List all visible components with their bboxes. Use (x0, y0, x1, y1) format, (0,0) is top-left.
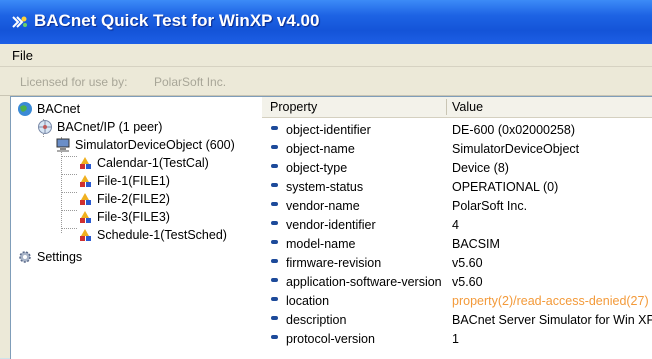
property-value: BACSIM (452, 237, 500, 251)
object-shapes-icon (80, 229, 91, 241)
bullet-icon (271, 221, 278, 225)
bacnet-app-icon (12, 16, 27, 28)
tree-connector (61, 192, 77, 193)
title-bar[interactable]: BACnet Quick Test for WinXP v4.00 (0, 0, 652, 44)
property-name: object-type (286, 161, 348, 175)
menu-file[interactable]: File (12, 48, 33, 63)
property-name: firmware-revision (286, 256, 382, 270)
table-row[interactable]: vendor-identifier 4 (262, 216, 652, 235)
property-name: application-software-version (286, 275, 442, 289)
window-title: BACnet Quick Test for WinXP v4.00 (34, 11, 320, 30)
grid-header: Property Value (262, 97, 652, 118)
bullet-icon (271, 297, 278, 301)
property-name: vendor-name (286, 199, 360, 213)
table-row[interactable]: vendor-name PolarSoft Inc. (262, 197, 652, 216)
property-value: SimulatorDeviceObject (452, 142, 580, 156)
tree-label: File-2(FILE2) (97, 192, 170, 206)
table-row[interactable]: application-software-version v5.60 (262, 273, 652, 292)
object-shapes-icon (80, 157, 91, 169)
app-window: BACnet Quick Test for WinXP v4.00 File L… (0, 0, 652, 359)
globe-icon (18, 102, 32, 116)
tree-label: File-3(FILE3) (97, 210, 170, 224)
bullet-icon (271, 126, 278, 130)
property-name: model-name (286, 237, 356, 251)
table-row[interactable]: protocol-version 1 (262, 330, 652, 349)
tree-connector (61, 210, 77, 211)
network-icon (38, 120, 52, 134)
column-header-property[interactable]: Property (270, 100, 317, 114)
object-shapes-icon (80, 175, 91, 187)
property-value: DE-600 (0x02000258) (452, 123, 575, 137)
license-label: Licensed for use by: (20, 75, 128, 89)
object-shapes-icon (80, 193, 91, 205)
property-value: OPERATIONAL (0) (452, 180, 559, 194)
property-name: object-name (286, 142, 355, 156)
property-name: object-identifier (286, 123, 371, 137)
bullet-icon (271, 145, 278, 149)
tree-connector (61, 228, 77, 229)
license-bar: Licensed for use by: PolarSoft Inc. (0, 67, 652, 96)
table-row[interactable]: system-status OPERATIONAL (0) (262, 178, 652, 197)
table-row[interactable]: object-identifier DE-600 (0x02000258) (262, 121, 652, 140)
bullet-icon (271, 316, 278, 320)
property-value: v5.60 (452, 275, 483, 289)
object-tree[interactable]: BACnet BACnet/IP (1 peer) SimulatorDevic… (10, 96, 264, 359)
tree-label: SimulatorDeviceObject (600) (75, 138, 235, 152)
computer-icon (56, 138, 70, 152)
license-value: PolarSoft Inc. (154, 75, 227, 89)
table-row[interactable]: object-name SimulatorDeviceObject (262, 140, 652, 159)
property-value: 1 (452, 332, 459, 346)
table-row[interactable]: firmware-revision v5.60 (262, 254, 652, 273)
tree-connector (61, 156, 77, 157)
property-name: system-status (286, 180, 364, 194)
property-value: PolarSoft Inc. (452, 199, 528, 213)
gear-icon (19, 251, 31, 263)
tree-label: Settings (37, 250, 83, 264)
property-value-error: property(2)/read-access-denied(27) (452, 294, 649, 308)
property-name: location (286, 294, 330, 308)
property-value: v5.60 (452, 256, 483, 270)
tree-label: Schedule-1(TestSched) (97, 228, 227, 242)
tree-label: Calendar-1(TestCal) (97, 156, 209, 170)
property-value: BACnet Server Simulator for Win XP (452, 313, 652, 327)
bullet-icon (271, 164, 278, 168)
menu-bar: File (0, 44, 652, 67)
table-row[interactable]: location property(2)/read-access-denied(… (262, 292, 652, 311)
property-value: 4 (452, 218, 459, 232)
bullet-icon (271, 259, 278, 263)
table-row[interactable]: model-name BACSIM (262, 235, 652, 254)
object-shapes-icon (80, 211, 91, 223)
bullet-icon (271, 240, 278, 244)
bullet-icon (271, 335, 278, 339)
table-row[interactable]: description BACnet Server Simulator for … (262, 311, 652, 330)
property-grid: Property Value object-identifier DE-600 … (262, 96, 652, 359)
property-name: vendor-identifier (286, 218, 376, 232)
tree-label: BACnet (37, 102, 81, 116)
bullet-icon (271, 202, 278, 206)
tree-connector (61, 174, 77, 175)
property-name: description (286, 313, 347, 327)
property-value: Device (8) (452, 161, 509, 175)
column-header-value[interactable]: Value (452, 100, 483, 114)
bullet-icon (271, 278, 278, 282)
tree-label: BACnet/IP (1 peer) (57, 120, 163, 134)
property-name: protocol-version (286, 332, 375, 346)
column-divider[interactable] (446, 99, 447, 115)
bullet-icon (271, 183, 278, 187)
tree-label: File-1(FILE1) (97, 174, 170, 188)
table-row[interactable]: object-type Device (8) (262, 159, 652, 178)
